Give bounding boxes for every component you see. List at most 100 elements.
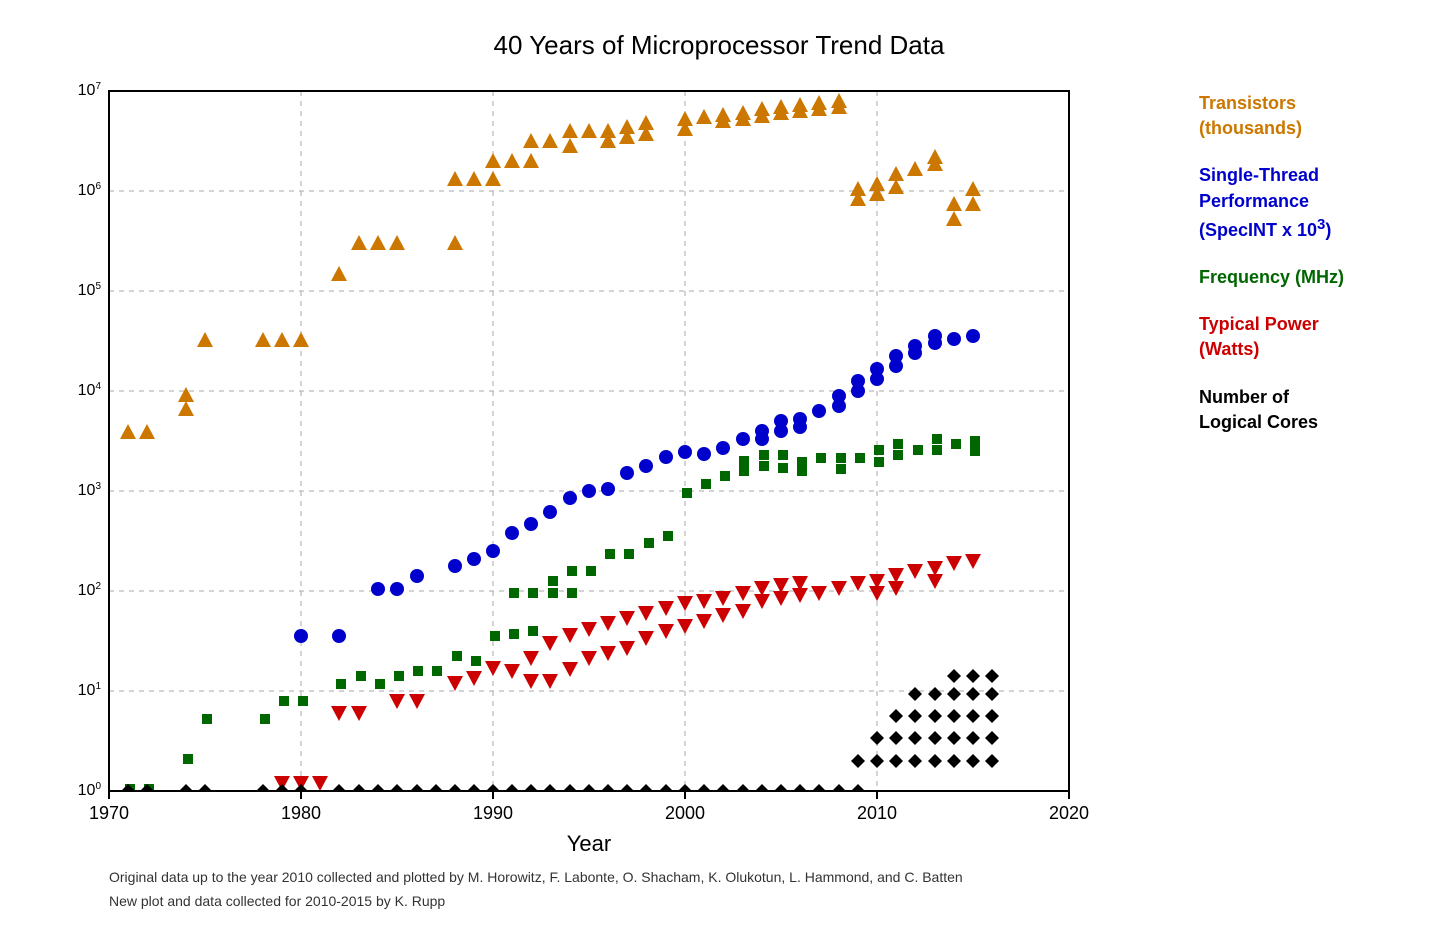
data-point (697, 447, 711, 461)
data-point (644, 538, 654, 548)
svg-text:106: 106 (78, 181, 102, 199)
data-point (870, 362, 884, 376)
data-point (394, 671, 404, 681)
data-point (371, 582, 385, 596)
data-point (332, 629, 346, 643)
data-point (816, 453, 826, 463)
data-point (413, 666, 423, 676)
data-point (663, 531, 673, 541)
data-point (755, 432, 769, 446)
svg-text:100: 100 (78, 781, 102, 799)
svg-text:1970: 1970 (89, 803, 129, 823)
data-point (202, 714, 212, 724)
data-point (605, 549, 615, 559)
svg-text:2010: 2010 (857, 803, 897, 823)
data-point (966, 329, 980, 343)
data-point (908, 339, 922, 353)
svg-text:2000: 2000 (665, 803, 705, 823)
svg-text:103: 103 (78, 481, 102, 499)
data-point (682, 488, 692, 498)
data-point (260, 714, 270, 724)
data-point (524, 517, 538, 531)
data-point (739, 466, 749, 476)
data-point (759, 450, 769, 460)
data-point (279, 696, 289, 706)
data-point (448, 559, 462, 573)
data-point (812, 404, 826, 418)
data-point (774, 414, 788, 428)
data-point (739, 456, 749, 466)
legend-frequency: Frequency (MHz) (1199, 265, 1409, 290)
data-point (509, 588, 519, 598)
data-point (490, 631, 500, 641)
data-point (298, 696, 308, 706)
data-point (659, 450, 673, 464)
data-point (720, 471, 730, 481)
legend-singlethread: Single-ThreadPerformance(SpecINT x 103) (1199, 163, 1409, 243)
svg-text:1990: 1990 (473, 803, 513, 823)
data-point (797, 466, 807, 476)
data-point (855, 453, 865, 463)
data-point (624, 549, 634, 559)
data-point (932, 445, 942, 455)
data-point (471, 656, 481, 666)
data-point (874, 457, 884, 467)
data-point (832, 389, 846, 403)
main-plot: 100 101 102 103 104 105 106 107 1970 198… (29, 71, 1149, 861)
data-point (836, 464, 846, 474)
svg-text:101: 101 (78, 681, 102, 699)
data-point (567, 566, 577, 576)
data-point (294, 629, 308, 643)
data-point (893, 439, 903, 449)
data-point (928, 329, 942, 343)
data-point (778, 463, 788, 473)
data-point (467, 552, 481, 566)
data-point (336, 679, 346, 689)
legend-power: Typical Power(Watts) (1199, 312, 1409, 362)
plot-area: 100 101 102 103 104 105 106 107 1970 198… (29, 71, 1179, 861)
data-point (913, 445, 923, 455)
data-point (563, 491, 577, 505)
data-point (375, 679, 385, 689)
data-point (410, 569, 424, 583)
data-point (932, 434, 942, 444)
data-point (836, 453, 846, 463)
data-point (874, 445, 884, 455)
data-point (736, 432, 750, 446)
data-point (620, 466, 634, 480)
svg-text:2020: 2020 (1049, 803, 1089, 823)
legend-transistors: Transistors(thousands) (1199, 91, 1409, 141)
data-point (893, 450, 903, 460)
data-point (567, 588, 577, 598)
data-point (639, 459, 653, 473)
svg-text:1980: 1980 (281, 803, 321, 823)
data-point (759, 461, 769, 471)
data-point (356, 671, 366, 681)
footer-line1: Original data up to the year 2010 collec… (29, 869, 1409, 885)
chart-area: 100 101 102 103 104 105 106 107 1970 198… (29, 71, 1409, 861)
data-point (390, 582, 404, 596)
data-point (452, 651, 462, 661)
svg-text:105: 105 (78, 281, 102, 299)
data-point (797, 457, 807, 467)
data-point (548, 576, 558, 586)
data-point (586, 566, 596, 576)
x-axis-label: Year (567, 831, 611, 856)
data-point (183, 754, 193, 764)
data-point (528, 588, 538, 598)
chart-container: 40 Years of Microprocessor Trend Data (29, 20, 1409, 920)
data-point (851, 374, 865, 388)
footer-line2: New plot and data collected for 2010-201… (29, 893, 1409, 909)
data-point (548, 588, 558, 598)
data-point (970, 446, 980, 456)
data-point (543, 505, 557, 519)
data-point (778, 450, 788, 460)
legend-cores: Number ofLogical Cores (1199, 385, 1409, 435)
data-point (432, 666, 442, 676)
data-point (486, 544, 500, 558)
data-point (701, 479, 711, 489)
data-point (947, 332, 961, 346)
data-point (716, 441, 730, 455)
data-point (678, 445, 692, 459)
data-point (951, 439, 961, 449)
